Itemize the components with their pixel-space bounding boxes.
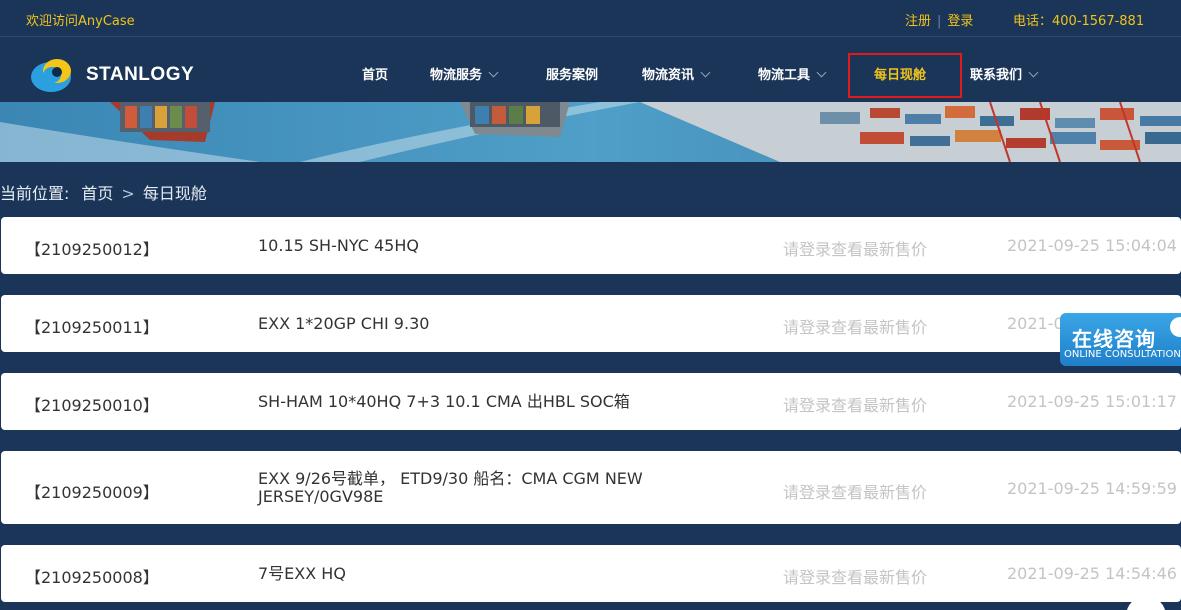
port-banner-image (0, 102, 1181, 162)
item-timestamp: 2021-09-25 14:54:46 (1007, 564, 1177, 583)
breadcrumb: 当前位置: 首页 > 每日现舱 (0, 180, 207, 204)
nav-item-label: 物流资讯 (642, 68, 695, 83)
top-bar: 欢迎访问AnyCase 注册 | 登录 电话：400-1567-881 (0, 0, 1181, 37)
chevron-down-icon (488, 67, 499, 78)
breadcrumb-current: 每日现舱 (142, 184, 207, 203)
nav-item-contact-us[interactable]: 联系我们 (970, 64, 1039, 83)
stanlogy-logo-icon[interactable] (30, 57, 76, 93)
list-item[interactable]: 【2109250011】 EXX 1*20GP CHI 9.30 请登录查看最新… (1, 295, 1181, 352)
chevron-down-icon (816, 67, 827, 78)
banner-illustration (0, 102, 1181, 162)
item-title[interactable]: 10.15 SH-NYC 45HQ (258, 237, 668, 255)
item-timestamp: 2021-09-25 15:01:17 (1007, 392, 1177, 411)
nav-item-label: 物流工具 (758, 68, 811, 83)
nav-item-label: 物流服务 (430, 68, 483, 83)
nav-item-logistics-news[interactable]: 物流资讯 (642, 64, 711, 83)
item-id: 【2109250008】 (25, 568, 159, 587)
list-item[interactable]: 【2109250008】 7号EXX HQ 请登录查看最新售价 2021-09-… (1, 545, 1181, 602)
breadcrumb-home-link[interactable]: 首页 (81, 184, 113, 203)
item-title[interactable]: SH-HAM 10*40HQ 7+3 10.1 CMA 出HBL SOC箱 (258, 393, 668, 411)
breadcrumb-separator: > (121, 184, 135, 203)
register-link[interactable]: 注册 (905, 14, 931, 29)
item-timestamp: 2021-09-25 15:04:04 (1007, 236, 1177, 255)
consult-label-en: ONLINE CONSULTATION (1064, 349, 1181, 360)
item-price-login-hint[interactable]: 请登录查看最新售价 (783, 236, 927, 260)
item-price-login-hint[interactable]: 请登录查看最新售价 (783, 479, 927, 503)
item-title[interactable]: 7号EXX HQ (258, 565, 668, 583)
phone-number: 电话：400-1567-881 (1013, 14, 1145, 29)
list-item[interactable]: 【2109250010】 SH-HAM 10*40HQ 7+3 10.1 CMA… (1, 373, 1181, 430)
item-id: 【2109250011】 (25, 318, 159, 337)
nav-item-home[interactable]: 首页 (362, 64, 388, 83)
nav-item-logistics-services[interactable]: 物流服务 (430, 64, 499, 83)
item-price-login-hint[interactable]: 请登录查看最新售价 (783, 564, 927, 588)
welcome-text: 欢迎访问AnyCase (26, 14, 135, 29)
item-id: 【2109250009】 (25, 483, 159, 502)
item-id: 【2109250012】 (25, 240, 159, 259)
item-price-login-hint[interactable]: 请登录查看最新售价 (783, 314, 927, 338)
chevron-down-icon (700, 67, 711, 78)
chat-bubble-icon (1170, 317, 1181, 337)
nav-item-service-cases[interactable]: 服务案例 (546, 64, 598, 83)
chevron-down-icon (1028, 67, 1039, 78)
list-item[interactable]: 【2109250009】 EXX 9/26号截单， ETD9/30 船名：CMA… (1, 451, 1181, 524)
item-price-login-hint[interactable]: 请登录查看最新售价 (783, 392, 927, 416)
online-consultation-button[interactable]: 在线咨询 ONLINE CONSULTATION (1060, 313, 1181, 366)
nav-item-label: 联系我们 (970, 68, 1023, 83)
consult-label-cn: 在线咨询 (1072, 327, 1156, 351)
auth-divider: | (937, 14, 942, 29)
nav-item-logistics-tools[interactable]: 物流工具 (758, 64, 827, 83)
login-link[interactable]: 登录 (947, 14, 973, 29)
active-nav-highlight (848, 53, 962, 98)
list-item[interactable]: 【2109250012】 10.15 SH-NYC 45HQ 请登录查看最新售价… (1, 217, 1181, 274)
main-nav: STANLOGY 首页 物流服务 服务案例 物流资讯 物流工具 每日现舱 联系我… (0, 37, 1181, 103)
item-title[interactable]: EXX 9/26号截单， ETD9/30 船名：CMA CGM NEW JERS… (258, 470, 668, 506)
item-id: 【2109250010】 (25, 396, 159, 415)
brand-name[interactable]: STANLOGY (86, 64, 194, 86)
item-timestamp: 2021-09-25 14:59:59 (1007, 479, 1177, 498)
breadcrumb-prefix: 当前位置: (0, 184, 70, 203)
auth-links: 注册 | 登录 (905, 10, 973, 29)
item-title[interactable]: EXX 1*20GP CHI 9.30 (258, 315, 668, 333)
